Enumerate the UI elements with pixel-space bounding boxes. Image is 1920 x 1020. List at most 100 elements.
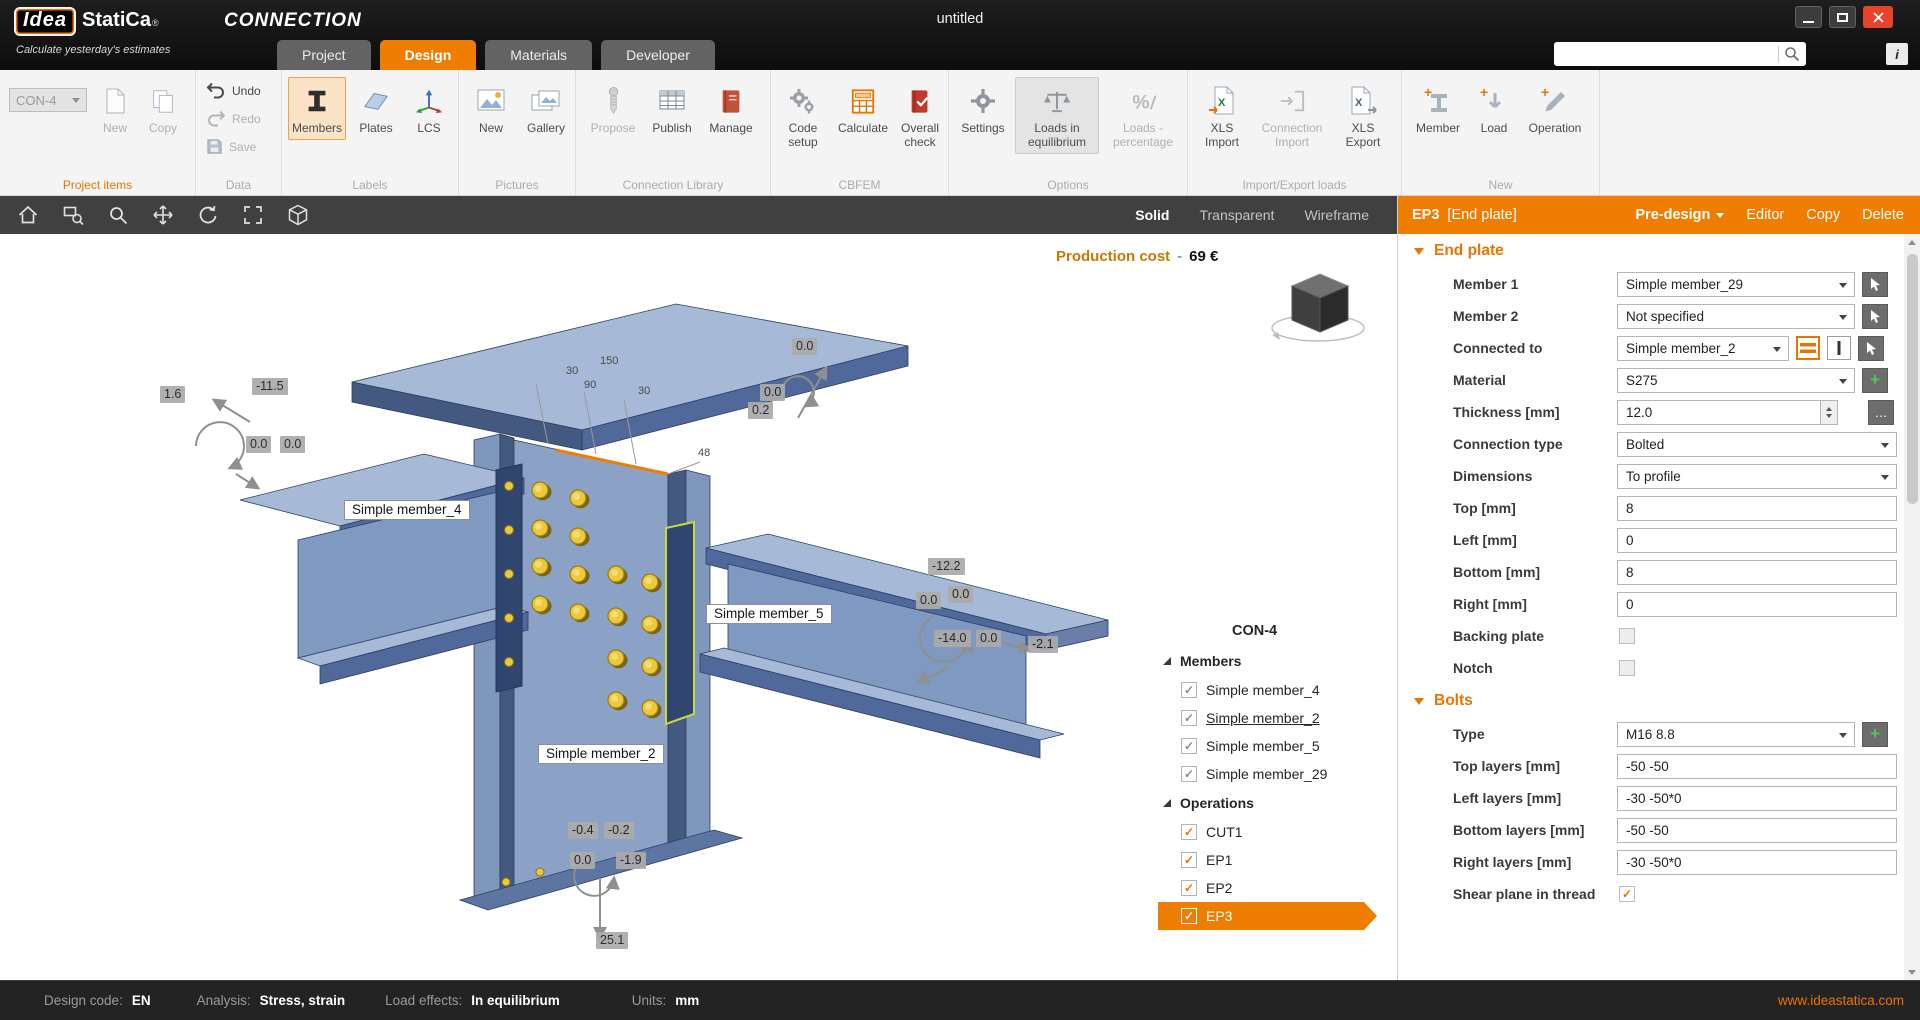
operation-checkbox[interactable]: ✓	[1181, 908, 1197, 924]
panel-scrollbar[interactable]	[1904, 234, 1920, 980]
solid-view-button[interactable]	[281, 198, 315, 232]
connected-to-select[interactable]: Simple member_2	[1617, 336, 1789, 361]
scrollbar-thumb[interactable]	[1907, 254, 1918, 504]
notch-checkbox[interactable]	[1619, 660, 1635, 676]
member2-select[interactable]: Not specified	[1617, 304, 1855, 329]
pan-button[interactable]	[146, 198, 180, 232]
collapse-icon[interactable]	[1163, 657, 1171, 665]
left-input[interactable]: 0	[1617, 528, 1897, 553]
search-icon[interactable]	[1784, 46, 1800, 62]
section-collapse-icon[interactable]	[1414, 248, 1424, 255]
left-layers-input[interactable]: -30 -50*0	[1617, 786, 1897, 811]
shear-plane-checkbox[interactable]: ✓	[1619, 886, 1635, 902]
status-load-effects[interactable]: Load effects: In equilibrium	[385, 993, 560, 1008]
operation-checkbox[interactable]: ✓	[1181, 824, 1197, 840]
connection-import-button[interactable]: Connection Import	[1254, 77, 1330, 154]
bottom-input[interactable]: 8	[1617, 560, 1897, 585]
tab-design[interactable]: Design	[380, 40, 477, 70]
status-units[interactable]: Units: mm	[632, 993, 700, 1008]
stepper-down-icon[interactable]	[1826, 414, 1832, 418]
section-bolts[interactable]: Bolts	[1398, 684, 1904, 718]
tree-node-members[interactable]: Members	[1150, 646, 1390, 676]
right-layers-input[interactable]: -30 -50*0	[1617, 850, 1897, 875]
maximize-button[interactable]	[1829, 6, 1856, 28]
tree-item-ep2[interactable]: ✓ EP2	[1150, 874, 1390, 902]
visibility-checkbox[interactable]: ✓	[1181, 710, 1197, 726]
member-label-4[interactable]: Simple member_4	[344, 500, 470, 520]
overall-check-button[interactable]: Overall check	[895, 77, 945, 154]
plates-labels-button[interactable]: Plates	[350, 77, 402, 140]
undo-button[interactable]: Undo	[206, 82, 261, 99]
section-end-plate[interactable]: End plate	[1398, 234, 1904, 268]
material-select[interactable]: S275	[1617, 368, 1855, 393]
visibility-checkbox[interactable]: ✓	[1181, 766, 1197, 782]
member1-select[interactable]: Simple member_29	[1617, 272, 1855, 297]
member2-pick-button[interactable]	[1862, 304, 1888, 329]
view-mode-solid[interactable]: Solid	[1135, 207, 1169, 223]
minimize-button[interactable]	[1795, 6, 1822, 28]
tree-item-ep1[interactable]: ✓ EP1	[1150, 846, 1390, 874]
thickness-more-button[interactable]: …	[1868, 400, 1894, 425]
redo-button[interactable]: Redo	[206, 110, 261, 127]
top-member-29[interactable]	[352, 304, 908, 450]
predesign-dropdown[interactable]: Pre-design	[1635, 207, 1724, 223]
backing-plate-checkbox[interactable]	[1619, 628, 1635, 644]
home-view-button[interactable]	[11, 198, 45, 232]
connection-type-select[interactable]: Bolted	[1617, 432, 1897, 457]
visibility-checkbox[interactable]: ✓	[1181, 738, 1197, 754]
close-button[interactable]	[1863, 6, 1893, 28]
lcs-button[interactable]: LCS	[406, 77, 452, 140]
new-member-button[interactable]: + Member	[1410, 77, 1466, 140]
new-load-button[interactable]: + Load	[1470, 77, 1518, 140]
tree-item-member-5[interactable]: ✓ Simple member_5	[1150, 732, 1390, 760]
add-bolt-type-button[interactable]: +	[1862, 722, 1888, 747]
tab-developer[interactable]: Developer	[601, 40, 715, 70]
tab-project[interactable]: Project	[277, 40, 371, 70]
status-analysis[interactable]: Analysis: Stress, strain	[197, 993, 346, 1008]
plate-orientation-vertical-button[interactable]	[1827, 336, 1851, 360]
plate-orientation-horizontal-button[interactable]	[1796, 336, 1820, 360]
copy-item-button[interactable]: Copy	[140, 77, 186, 140]
new-operation-button[interactable]: + Operation	[1522, 77, 1588, 140]
settings-button[interactable]: Settings	[955, 77, 1011, 140]
xls-export-button[interactable]: X XLS Export	[1332, 77, 1394, 154]
viewport-3d[interactable]: 30 150 90 30 48	[0, 234, 1397, 980]
member-label-5[interactable]: Simple member_5	[706, 604, 832, 624]
tree-item-member-4[interactable]: ✓ Simple member_4	[1150, 676, 1390, 704]
rotate-button[interactable]	[191, 198, 225, 232]
tab-materials[interactable]: Materials	[485, 40, 592, 70]
operation-checkbox[interactable]: ✓	[1181, 880, 1197, 896]
section-collapse-icon[interactable]	[1414, 698, 1424, 705]
end-plate-left[interactable]	[496, 464, 522, 692]
add-material-button[interactable]: +	[1862, 368, 1888, 393]
website-link[interactable]: www.ideastatica.com	[1778, 993, 1904, 1008]
code-setup-button[interactable]: Code setup	[775, 77, 831, 154]
new-picture-button[interactable]: New	[465, 77, 517, 140]
right-input[interactable]: 0	[1617, 592, 1897, 617]
tree-item-member-29[interactable]: ✓ Simple member_29	[1150, 760, 1390, 788]
top-input[interactable]: 8	[1617, 496, 1897, 521]
editor-button[interactable]: Editor	[1746, 207, 1784, 223]
info-button[interactable]: i	[1886, 43, 1908, 65]
save-button[interactable]: Save	[206, 138, 256, 155]
loads-in-equilibrium-button[interactable]: Loads in equilibrium	[1015, 77, 1099, 154]
publish-button[interactable]: Publish	[644, 77, 700, 140]
navigation-cube[interactable]	[1272, 274, 1364, 341]
new-item-button[interactable]: New	[92, 77, 138, 140]
zoom-button[interactable]	[101, 198, 135, 232]
search-input[interactable]	[1560, 47, 1778, 62]
manage-button[interactable]: Manage	[702, 77, 760, 140]
connection-selector[interactable]: CON-4	[9, 88, 87, 112]
gallery-button[interactable]: Gallery	[519, 77, 573, 140]
loads-percentage-button[interactable]: % Loads - percentage	[1101, 77, 1185, 154]
xls-import-button[interactable]: X XLS Import	[1192, 77, 1252, 154]
propose-button[interactable]: Propose	[584, 77, 642, 140]
tree-item-member-2[interactable]: ✓ Simple member_2	[1150, 704, 1390, 732]
calculate-button[interactable]: Calculate	[833, 77, 893, 140]
scroll-up-button[interactable]	[1904, 234, 1920, 250]
zoom-window-button[interactable]	[56, 198, 90, 232]
status-design-code[interactable]: Design code: EN	[44, 993, 151, 1008]
thickness-input[interactable]: 12.0	[1617, 400, 1821, 425]
tree-node-operations[interactable]: Operations	[1150, 788, 1390, 818]
tree-item-ep3-selected[interactable]: ✓ EP3	[1158, 902, 1364, 930]
